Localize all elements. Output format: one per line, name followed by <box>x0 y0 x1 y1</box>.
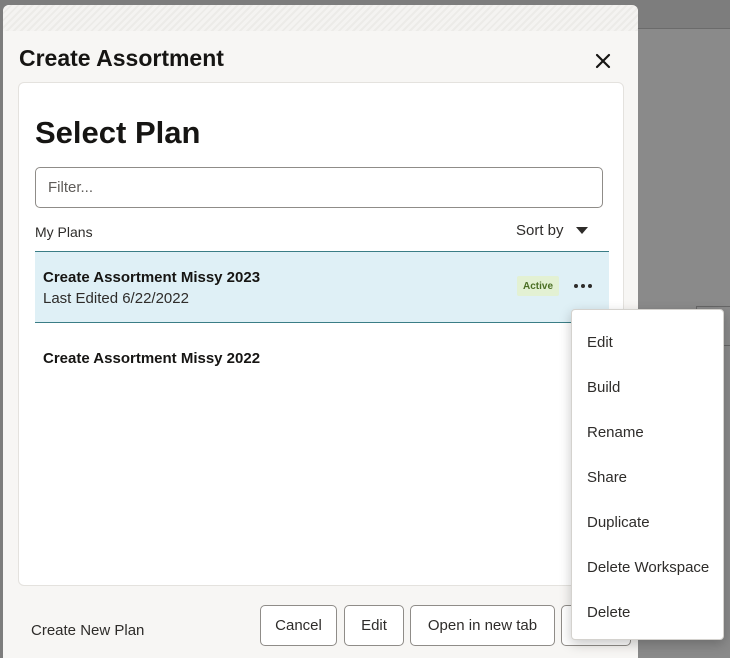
close-button[interactable] <box>587 45 619 77</box>
caret-down-icon <box>575 227 588 234</box>
menu-item-delete[interactable]: Delete <box>572 590 723 635</box>
close-icon <box>595 53 611 69</box>
plan-actions-menu: Edit Build Rename Share Duplicate Delete… <box>571 309 724 640</box>
dialog-header-texture <box>3 5 638 31</box>
more-horizontal-icon <box>574 284 592 288</box>
menu-item-delete-workspace[interactable]: Delete Workspace <box>572 545 723 590</box>
open-in-new-tab-button[interactable]: Open in new tab <box>410 605 555 646</box>
sort-by-dropdown[interactable]: Sort by <box>516 222 588 239</box>
select-plan-heading: Select Plan <box>35 115 201 150</box>
status-badge: Active <box>517 276 560 296</box>
my-plans-label: My Plans <box>35 224 93 240</box>
dialog-title: Create Assortment <box>19 45 224 71</box>
plan-row-selected[interactable]: Create Assortment Missy 2023 Last Edited… <box>35 252 609 323</box>
menu-item-edit[interactable]: Edit <box>572 320 723 365</box>
cancel-button[interactable]: Cancel <box>260 605 337 646</box>
plan-name: Create Assortment Missy 2022 <box>43 350 261 367</box>
create-new-plan-link[interactable]: Create New Plan <box>31 622 144 639</box>
plan-row[interactable]: Create Assortment Missy 2022 <box>35 333 609 383</box>
plan-name: Create Assortment Missy 2023 <box>43 269 261 286</box>
menu-item-rename[interactable]: Rename <box>572 410 723 455</box>
menu-item-build[interactable]: Build <box>572 365 723 410</box>
menu-item-duplicate[interactable]: Duplicate <box>572 500 723 545</box>
plan-last-edited: Last Edited 6/22/2022 <box>43 290 189 307</box>
edit-button[interactable]: Edit <box>344 605 404 646</box>
more-actions-button[interactable] <box>569 274 597 298</box>
filter-input[interactable] <box>35 167 603 208</box>
background-divider <box>638 28 730 29</box>
menu-item-share[interactable]: Share <box>572 455 723 500</box>
select-plan-card: Select Plan My Plans Sort by Create Asso… <box>18 82 624 586</box>
sort-by-label: Sort by <box>516 222 564 239</box>
create-assortment-dialog: Create Assortment Select Plan My Plans S… <box>3 5 638 658</box>
